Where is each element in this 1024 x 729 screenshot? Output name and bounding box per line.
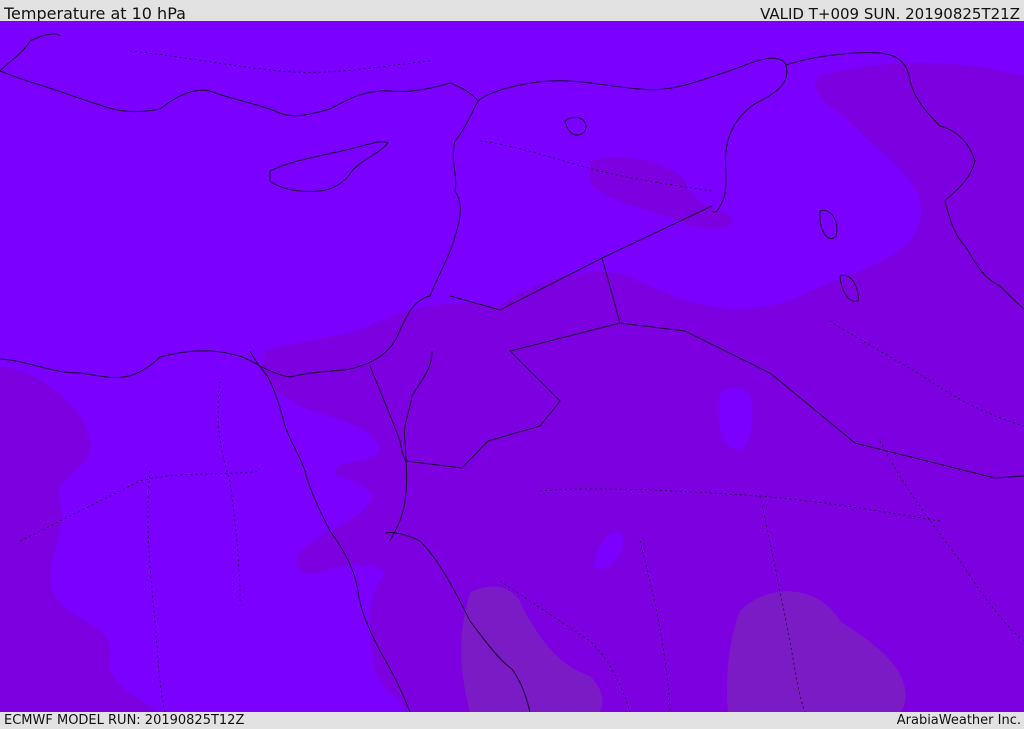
model-run-label: ECMWF MODEL RUN: 20190825T12Z xyxy=(4,713,245,728)
map-canvas xyxy=(0,21,1024,712)
footer-bar: ECMWF MODEL RUN: 20190825T12Z ArabiaWeat… xyxy=(0,712,1024,729)
weather-map-page: Temperature at 10 hPa VALID T+009 SUN. 2… xyxy=(0,0,1024,729)
header-bar: Temperature at 10 hPa VALID T+009 SUN. 2… xyxy=(0,0,1024,23)
temperature-map[interactable] xyxy=(0,21,1024,712)
credit-label: ArabiaWeather Inc. xyxy=(896,713,1021,728)
